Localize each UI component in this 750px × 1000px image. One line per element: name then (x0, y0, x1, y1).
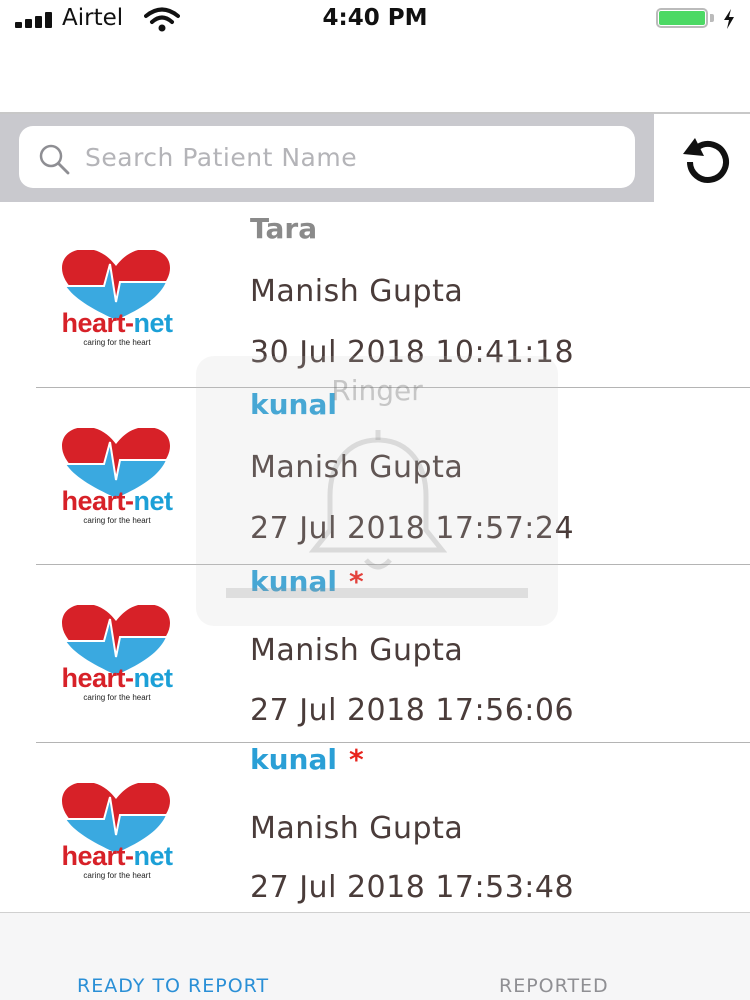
ringer-overlay: Ringer (196, 356, 558, 626)
battery-icon (656, 8, 714, 30)
tab-ready-to-report[interactable]: READY TO REPORT (77, 975, 269, 997)
tab-bar: READY TO REPORT REPORTED (0, 912, 750, 1000)
author-name: Tara (250, 212, 318, 245)
patient-name: Manish Gupta (250, 811, 464, 846)
heart-net-logo: heart-net caring for the heart (52, 250, 182, 360)
bell-icon (308, 430, 448, 570)
patient-name: Manish Gupta (250, 274, 464, 309)
status-time: 4:40 PM (322, 5, 428, 31)
status-bar: Airtel 4:40 PM (0, 0, 750, 40)
report-datetime: 27 Jul 2018 17:53:48 (250, 870, 575, 905)
ringer-volume-bar (226, 588, 528, 598)
search-input[interactable] (85, 126, 615, 188)
heart-net-logo: heart-net caring for the heart (52, 428, 182, 538)
charging-bolt-icon (724, 9, 734, 29)
author-name: kunal * (250, 743, 364, 776)
unread-flag: * (348, 743, 364, 776)
heart-net-logo: heart-net caring for the heart (52, 605, 182, 715)
tab-reported[interactable]: REPORTED (499, 975, 609, 997)
list-item[interactable]: heart-net caring for the heart kunal * Ma… (0, 743, 750, 921)
ringer-title: Ringer (331, 374, 423, 407)
report-datetime: 27 Jul 2018 17:56:06 (250, 693, 575, 728)
list-item[interactable]: heart-net caring for the heart Tara Mani… (0, 202, 750, 380)
heart-net-logo: heart-net caring for the heart (52, 783, 182, 893)
search-icon (39, 144, 70, 175)
refresh-icon[interactable] (676, 132, 740, 188)
patient-name: Manish Gupta (250, 633, 464, 668)
search-bar (0, 114, 654, 202)
search-field[interactable] (19, 126, 635, 188)
